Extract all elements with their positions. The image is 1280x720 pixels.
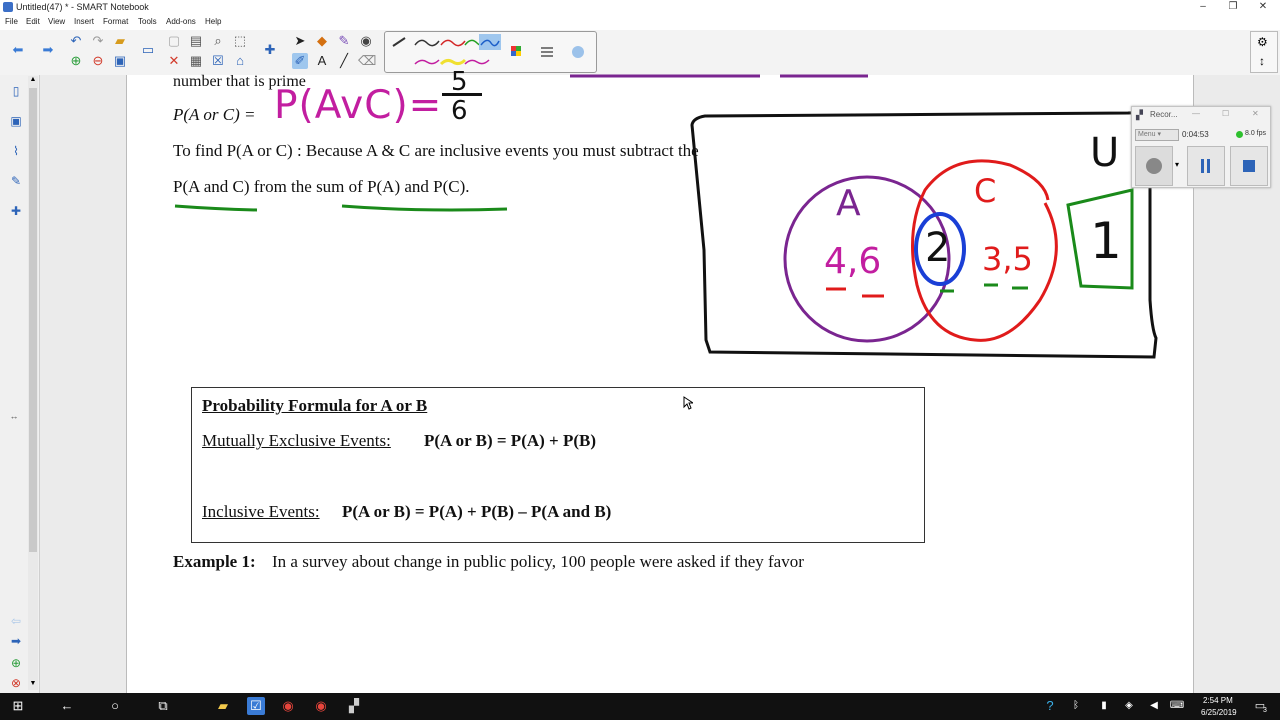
bluetooth-tray-icon[interactable]: ᛒ: [1067, 697, 1085, 715]
record-circle-icon: [1146, 158, 1162, 174]
venn-universe-box: [690, 111, 1158, 359]
windows-taskbar: ⊞ ← ○ ⧉ ▰ ☑ ◉ ◉ ▞ ? ᛒ ▮ ◈ ◀ ⌨ 2:54 PM 6/…: [0, 693, 1280, 720]
venn-label-a: A: [836, 183, 861, 224]
mutually-exclusive-label: Mutually Exclusive Events:: [202, 431, 391, 450]
inclusive-events-label: Inclusive Events:: [202, 502, 320, 521]
keyboard-tray-icon[interactable]: ⌨: [1168, 697, 1186, 715]
example-label: Example 1:: [173, 552, 256, 571]
formula-box: Probability Formula for A or B Mutually …: [191, 387, 925, 543]
recorder-maximize[interactable]: ☐: [1222, 109, 1229, 118]
example-text: In a survey about change in public polic…: [272, 552, 804, 571]
pause-icon-bar-right: [1207, 159, 1210, 173]
chrome-second-icon[interactable]: ◉: [312, 697, 330, 715]
record-options-chevron-icon[interactable]: ▾: [1172, 146, 1182, 184]
recorder-title: Recor...: [1150, 110, 1178, 119]
recorder-window[interactable]: ▞ Recor... — ☐ ✕ Menu ▾ 0:04:53 8.0 fps …: [1131, 106, 1271, 188]
network-tray-icon[interactable]: ◈: [1120, 697, 1138, 715]
venn-values-a: 4,6: [824, 241, 882, 282]
venn-label-universe: U: [1090, 130, 1120, 176]
file-explorer-icon[interactable]: ▰: [214, 697, 232, 715]
green-underline-2: [341, 204, 508, 212]
recorder-minimize[interactable]: —: [1192, 109, 1200, 118]
recorder-status-icon: [1236, 131, 1243, 138]
recorder-fps: 8.0 fps: [1245, 130, 1267, 137]
recorder-taskbar-icon[interactable]: ▞: [345, 697, 363, 715]
taskbar-date[interactable]: 6/25/2019: [1201, 708, 1237, 717]
recorder-app-icon: ▞: [1136, 110, 1143, 120]
notifications-count: 3: [1263, 707, 1267, 714]
smart-notebook-taskbar-icon[interactable]: ☑: [247, 697, 265, 715]
venn-values-c: 3,5: [982, 240, 1033, 278]
stop-icon: [1243, 160, 1255, 172]
pause-button[interactable]: [1187, 146, 1225, 186]
taskbar-time[interactable]: 2:54 PM: [1203, 696, 1233, 705]
venn-label-c: C: [974, 172, 997, 210]
cortana-circle-icon[interactable]: ○: [106, 697, 124, 715]
task-view-icon[interactable]: ⧉: [154, 697, 172, 715]
underline-3-5: [984, 283, 1028, 290]
venn-values-outside: 1: [1090, 212, 1122, 270]
venn-values-intersection: 2: [925, 225, 951, 271]
record-button[interactable]: [1135, 146, 1173, 186]
stop-button[interactable]: [1230, 146, 1268, 186]
pause-icon-bar-left: [1201, 159, 1204, 173]
mouse-cursor-icon: [683, 396, 693, 410]
back-taskbar-icon[interactable]: ←: [58, 697, 76, 715]
battery-tray-icon[interactable]: ▮: [1095, 697, 1113, 715]
windows-start-icon[interactable]: ⊞: [9, 697, 27, 715]
mutually-exclusive-formula: P(A or B) = P(A) + P(B): [424, 431, 597, 450]
recorder-menu-dropdown[interactable]: Menu ▾: [1135, 129, 1179, 141]
green-underline-1: [174, 204, 258, 212]
volume-tray-icon[interactable]: ◀: [1145, 697, 1163, 715]
recorder-time: 0:04:53: [1182, 130, 1209, 139]
annotation-strokes: [174, 74, 1158, 359]
chrome-icon[interactable]: ◉: [279, 697, 297, 715]
formula-box-title: Probability Formula for A or B: [202, 396, 428, 415]
recorder-close[interactable]: ✕: [1252, 109, 1259, 118]
inclusive-events-formula: P(A or B) = P(A) + P(B) – P(A and B): [342, 502, 612, 521]
help-tray-icon[interactable]: ?: [1041, 697, 1059, 715]
